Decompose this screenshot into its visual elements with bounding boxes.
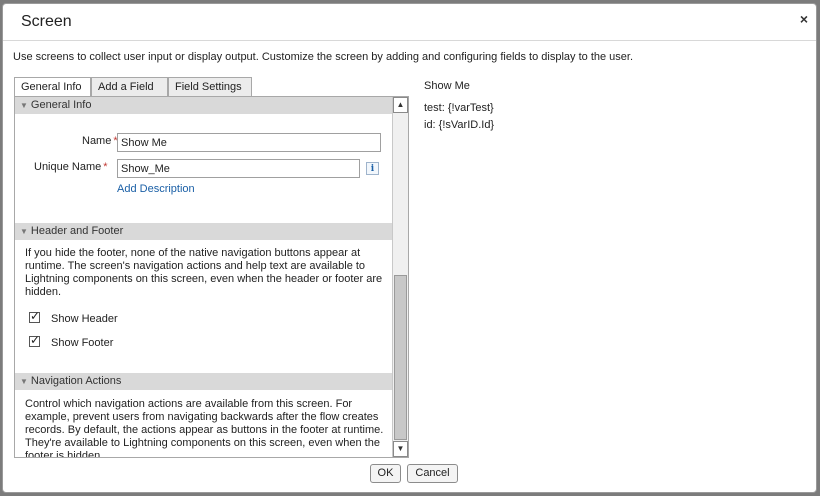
- show-footer-label: Show Footer: [51, 337, 114, 349]
- collapse-triangle-icon: ▼: [20, 227, 28, 236]
- unique-name-label-text: Unique Name: [34, 161, 102, 173]
- preview-line: test: {!varTest}: [424, 102, 494, 114]
- checkmark-icon: ✓: [30, 309, 41, 323]
- section-title: Header and Footer: [30, 225, 124, 237]
- info-icon[interactable]: i: [366, 162, 379, 175]
- preview-title: Show Me: [424, 80, 470, 92]
- scroll-down-arrow-icon[interactable]: ▼: [393, 441, 408, 457]
- screen-dialog: Screen × Use screens to collect user inp…: [2, 3, 817, 493]
- header-footer-description: If you hide the footer, none of the nati…: [25, 247, 383, 298]
- scroll-up-arrow-icon[interactable]: ▲: [393, 97, 408, 113]
- intro-text: Use screens to collect user input or dis…: [13, 51, 634, 63]
- name-label-text: Name: [82, 135, 112, 147]
- add-description-link[interactable]: Add Description: [117, 183, 195, 195]
- dialog-title-bar: Screen ×: [3, 4, 816, 41]
- name-label: Name *: [82, 135, 118, 147]
- close-icon[interactable]: ×: [800, 12, 808, 26]
- section-header-navigation-actions[interactable]: ▼ Navigation Actions: [15, 373, 392, 390]
- section-header-general-info[interactable]: ▼ General Info: [15, 97, 392, 114]
- section-title: General Info: [30, 99, 92, 111]
- required-asterisk: *: [103, 161, 108, 173]
- section-title: Navigation Actions: [30, 375, 122, 387]
- collapse-triangle-icon: ▼: [20, 101, 28, 110]
- unique-name-label: Unique Name *: [34, 161, 108, 173]
- panel-scrollbar[interactable]: ▲ ▼: [392, 97, 408, 457]
- settings-panel: ▼General Info Name* Unique Name* i Add D…: [14, 96, 409, 458]
- show-header-checkbox[interactable]: ✓: [29, 309, 41, 323]
- panel-scroll-content[interactable]: ▼General Info Name* Unique Name* i Add D…: [15, 97, 392, 458]
- scrollbar-thumb[interactable]: [394, 275, 407, 440]
- section-header-header-and-footer[interactable]: ▼ Header and Footer: [15, 223, 392, 240]
- unique-name-input[interactable]: [117, 159, 360, 178]
- ok-button[interactable]: OK: [370, 464, 401, 483]
- collapse-triangle-icon: ▼: [20, 377, 28, 386]
- show-footer-checkbox[interactable]: ✓: [29, 333, 41, 347]
- cancel-button[interactable]: Cancel: [407, 464, 458, 483]
- tab-field-settings[interactable]: Field Settings: [168, 77, 252, 96]
- navigation-actions-description: Control which navigation actions are ava…: [25, 398, 384, 458]
- name-input[interactable]: [117, 133, 381, 152]
- dialog-title: Screen: [21, 13, 72, 30]
- show-header-label: Show Header: [51, 313, 118, 325]
- preview-line: id: {!sVarID.Id}: [424, 119, 495, 131]
- tab-add-a-field[interactable]: Add a Field: [91, 77, 168, 96]
- checkmark-icon: ✓: [30, 333, 41, 347]
- tab-general-info[interactable]: General Info: [14, 77, 91, 97]
